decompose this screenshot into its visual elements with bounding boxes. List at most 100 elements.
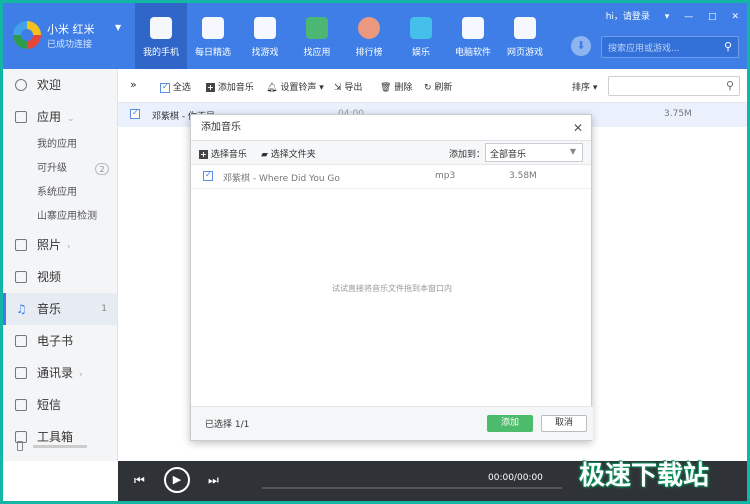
select-all-checkbox[interactable]: 全选 bbox=[160, 80, 191, 93]
progress-bar[interactable] bbox=[262, 487, 562, 489]
storage-indicator bbox=[17, 439, 103, 452]
file-format: mp3 bbox=[435, 171, 456, 181]
export-icon: ⇲ bbox=[334, 83, 342, 93]
checkbox-icon bbox=[160, 82, 170, 93]
add-to-select[interactable]: 全部音乐 ▼ bbox=[485, 143, 583, 162]
welcome-icon bbox=[15, 79, 27, 91]
nav-daily-picks[interactable]: 每日精选 bbox=[187, 3, 239, 69]
select-music-button[interactable]: + 选择音乐 bbox=[199, 147, 247, 160]
entertainment-icon bbox=[410, 17, 432, 39]
sidebar-item-ebooks[interactable]: 电子书 bbox=[3, 325, 117, 357]
previous-icon[interactable]: ⏮︎ bbox=[134, 473, 145, 488]
collapse-icon[interactable]: » bbox=[130, 78, 137, 91]
close-icon[interactable]: ✕ bbox=[573, 115, 583, 141]
dialog-title-bar: 添加音乐 ✕ bbox=[191, 115, 591, 141]
delete-button[interactable]: 🗑︎ 删除 bbox=[380, 80, 412, 93]
music-toolbar: » 全选 + 添加音乐 🔔︎ 设置铃声 ▾ ⇲ 导出 🗑︎ 删除 ↻ 刷新 排序… bbox=[118, 69, 747, 103]
chevron-right-icon: › bbox=[67, 242, 71, 252]
refresh-icon: ↻ bbox=[424, 83, 432, 93]
download-icon[interactable]: ⬇ bbox=[571, 36, 591, 56]
window-controls: hi，请登录 ▾ — □ ✕ bbox=[594, 9, 739, 22]
nav-web-games[interactable]: 网页游戏 bbox=[499, 3, 551, 69]
minimize-icon[interactable]: — bbox=[684, 12, 693, 22]
sidebar-item-music[interactable]: ♫ 音乐 1 bbox=[3, 293, 117, 325]
device-status: 已成功连接 bbox=[47, 40, 93, 50]
nav-rankings[interactable]: 排行榜 bbox=[343, 3, 395, 69]
sort-button[interactable]: 排序 ▾ bbox=[572, 80, 597, 93]
nav-find-apps[interactable]: 找应用 bbox=[291, 3, 343, 69]
upgrade-count-badge: 2 bbox=[95, 163, 109, 175]
nav-pc-software[interactable]: 电脑软件 bbox=[447, 3, 499, 69]
set-ringtone-button[interactable]: 🔔︎ 设置铃声 ▾ bbox=[266, 80, 324, 93]
folder-icon: ▰ bbox=[261, 150, 268, 160]
chevron-down-icon: ⌄ bbox=[67, 114, 75, 124]
device-name[interactable]: 小米 红米 bbox=[47, 21, 95, 37]
phone-storage-icon bbox=[17, 441, 23, 451]
music-count: 1 bbox=[101, 304, 107, 314]
export-button[interactable]: ⇲ 导出 bbox=[334, 80, 362, 93]
sidebar-item-video[interactable]: 视频 bbox=[3, 261, 117, 293]
next-icon[interactable]: ⏭︎ bbox=[208, 473, 219, 488]
photo-icon bbox=[15, 239, 27, 251]
search-placeholder: 搜索应用或游戏... bbox=[608, 44, 680, 54]
login-link[interactable]: hi，请登录 bbox=[606, 12, 650, 22]
book-icon bbox=[15, 335, 27, 347]
sidebar-subitem-my-apps[interactable]: 我的应用 bbox=[3, 133, 117, 157]
nav-find-games[interactable]: 找游戏 bbox=[239, 3, 291, 69]
refresh-button[interactable]: ↻ 刷新 bbox=[424, 80, 452, 93]
menu-icon[interactable]: ▾ bbox=[665, 12, 670, 22]
contacts-icon bbox=[15, 367, 27, 379]
music-note-icon: ♫ bbox=[16, 302, 27, 316]
sidebar-subitem-fake-app-check[interactable]: 山寨应用检测 bbox=[3, 205, 117, 229]
sidebar-item-welcome[interactable]: 欢迎 bbox=[3, 69, 117, 101]
search-icon[interactable]: ⚲ bbox=[724, 40, 732, 53]
add-to-label: 添加到： bbox=[449, 150, 486, 160]
maximize-icon[interactable]: □ bbox=[708, 12, 717, 22]
monitor-icon bbox=[462, 17, 484, 39]
select-folder-button[interactable]: ▰ 选择文件夹 bbox=[261, 147, 316, 160]
sidebar-item-apps[interactable]: 应用 ⌄ bbox=[3, 101, 117, 133]
play-button[interactable]: ▶ bbox=[164, 467, 190, 493]
close-icon[interactable]: ✕ bbox=[731, 12, 739, 22]
dialog-footer: 已选择 1/1 添加 取消 bbox=[191, 406, 593, 440]
dialog-toolbar: + 选择音乐 ▰ 选择文件夹 添加到： 全部音乐 ▼ bbox=[191, 141, 591, 165]
header-bar: 小米 红米 已成功连接 ▼ 我的手机 每日精选 找游戏 找应用 排行榜 娱乐 电… bbox=[3, 3, 747, 69]
sidebar: 欢迎 应用 ⌄ 我的应用 可升级 2 系统应用 山寨应用检测 照片 › 视频 ♫ 音… bbox=[3, 69, 118, 461]
trash-icon: 🗑︎ bbox=[380, 83, 392, 93]
nav-my-phone[interactable]: 我的手机 bbox=[135, 3, 187, 69]
sms-icon bbox=[15, 399, 27, 411]
file-name: 邓紫棋 - Where Did You Go bbox=[223, 174, 340, 184]
web-game-icon bbox=[514, 17, 536, 39]
plus-icon: + bbox=[206, 83, 215, 92]
sidebar-item-sms[interactable]: 短信 bbox=[3, 389, 117, 421]
drop-hint: 试试直接将音乐文件拖到本窗口内 bbox=[332, 284, 452, 293]
add-music-button[interactable]: + 添加音乐 bbox=[206, 80, 254, 93]
music-search-input[interactable]: ⚲ bbox=[608, 76, 740, 96]
watermark: 极速下载站 bbox=[579, 461, 710, 491]
cancel-button[interactable]: 取消 bbox=[541, 415, 587, 432]
list-item[interactable]: 邓紫棋 - Where Did You Go mp3 3.58M bbox=[191, 165, 591, 189]
add-button[interactable]: 添加 bbox=[487, 415, 533, 432]
plus-icon: + bbox=[199, 150, 208, 159]
file-checkbox[interactable] bbox=[203, 170, 213, 181]
sidebar-subitem-system-apps[interactable]: 系统应用 bbox=[3, 181, 117, 205]
row-checkbox[interactable] bbox=[130, 108, 140, 119]
dialog-title: 添加音乐 bbox=[201, 122, 241, 133]
app-logo-icon bbox=[13, 21, 41, 49]
chevron-down-icon: ▼ bbox=[569, 147, 576, 156]
nav-entertainment[interactable]: 娱乐 bbox=[395, 3, 447, 69]
calendar-star-icon bbox=[202, 17, 224, 39]
sidebar-subitem-upgradable[interactable]: 可升级 2 bbox=[3, 157, 117, 181]
sidebar-item-photos[interactable]: 照片 › bbox=[3, 229, 117, 261]
chevron-right-icon: › bbox=[79, 370, 83, 380]
sidebar-item-contacts[interactable]: 通讯录 › bbox=[3, 357, 117, 389]
storage-bar bbox=[32, 444, 87, 448]
add-music-dialog: 添加音乐 ✕ + 选择音乐 ▰ 选择文件夹 添加到： 全部音乐 ▼ 邓紫棋 - … bbox=[190, 114, 593, 441]
bell-icon: 🔔︎ bbox=[266, 83, 278, 93]
playback-time: 00:00/00:00 bbox=[488, 473, 543, 483]
search-icon[interactable]: ⚲ bbox=[726, 79, 734, 92]
gamepad-icon bbox=[254, 17, 276, 39]
device-dropdown-icon[interactable]: ▼ bbox=[115, 23, 121, 32]
selection-count: 已选择 1/1 bbox=[205, 420, 250, 430]
search-input[interactable]: 搜索应用或游戏... ⚲ bbox=[601, 36, 739, 58]
